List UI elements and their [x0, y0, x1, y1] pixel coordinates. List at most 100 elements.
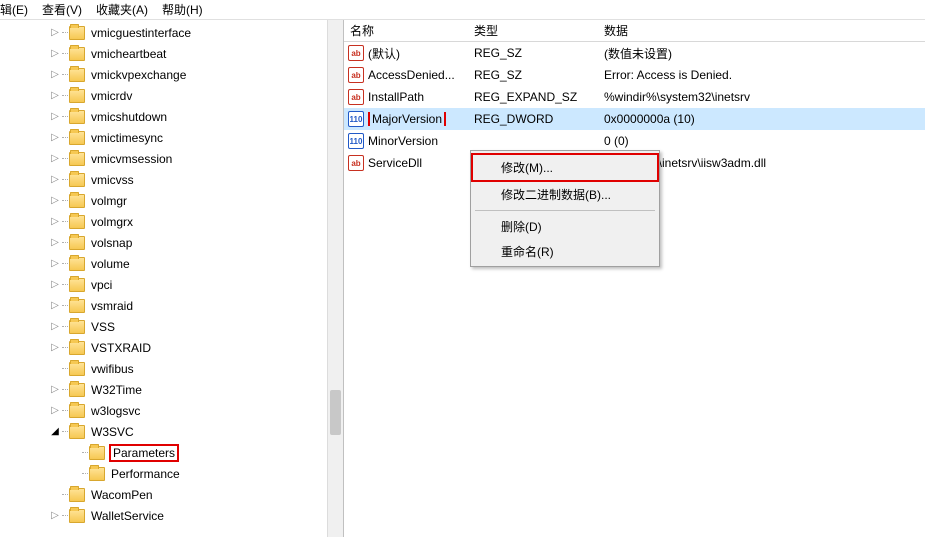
- folder-icon: [69, 152, 85, 166]
- tree-item-w32time[interactable]: ▷ W32Time: [0, 379, 343, 400]
- folder-icon: [69, 425, 85, 439]
- expander-icon[interactable]: ▷: [48, 173, 62, 187]
- list-row[interactable]: 110MinorVersion0 (0): [344, 130, 925, 152]
- tree-item-vmicheartbeat[interactable]: ▷vmicheartbeat: [0, 43, 343, 64]
- menu-help[interactable]: 帮助(H): [162, 1, 203, 18]
- string-value-icon: ab: [348, 89, 364, 105]
- tree-item-vpci[interactable]: ▷vpci: [0, 274, 343, 295]
- folder-icon: [69, 68, 85, 82]
- folder-icon: [69, 278, 85, 292]
- tree-item-volmgr[interactable]: ▷ volmgr: [0, 190, 343, 211]
- tree-item-vmicvss[interactable]: ▷ vmicvss: [0, 169, 343, 190]
- expander-icon[interactable]: ▷: [48, 89, 62, 103]
- cell-data: (数值未设置): [604, 45, 925, 62]
- tree-item-volsnap[interactable]: ▷ volsnap: [0, 232, 343, 253]
- expander-icon[interactable]: ▷: [48, 299, 62, 313]
- menu-edit[interactable]: 辑(E): [0, 1, 28, 18]
- tree-item-w3svc[interactable]: ◢ W3SVC: [0, 421, 343, 442]
- folder-icon: [89, 467, 105, 481]
- expander-icon[interactable]: ▷: [48, 131, 62, 145]
- tree-item-wacompen[interactable]: WacomPen: [0, 484, 343, 505]
- expander-icon[interactable]: ▷: [48, 320, 62, 334]
- cell-name: InstallPath: [368, 90, 474, 104]
- col-header-name[interactable]: 名称: [344, 22, 474, 39]
- tree-item-label: VSS: [89, 319, 117, 335]
- tree-item-label: W3SVC: [89, 424, 136, 440]
- tree-item-vmictimesync[interactable]: ▷vmictimesync: [0, 127, 343, 148]
- menu-item-modify-binary[interactable]: 修改二进制数据(B)...: [473, 182, 657, 207]
- tree-item-label: vmicvss: [89, 172, 136, 188]
- expander-icon[interactable]: ▷: [48, 257, 62, 271]
- cell-type: REG_DWORD: [474, 112, 604, 126]
- folder-icon: [69, 257, 85, 271]
- context-menu: 修改(M)... 修改二进制数据(B)... 删除(D) 重命名(R): [470, 150, 660, 267]
- menu-separator: [475, 210, 655, 211]
- tree-item-volmgrx[interactable]: ▷volmgrx: [0, 211, 343, 232]
- tree-item-w3logsvc[interactable]: ▷ w3logsvc: [0, 400, 343, 421]
- expander-icon[interactable]: ▷: [48, 236, 62, 250]
- folder-icon: [69, 236, 85, 250]
- tree-item-label: vmicrdv: [89, 88, 134, 104]
- tree-item-vmickvpexchange[interactable]: ▷vmickvpexchange: [0, 64, 343, 85]
- tree-item-vmicguestinterface[interactable]: ▷vmicguestinterface: [0, 22, 343, 43]
- expander-icon[interactable]: ◢: [48, 425, 62, 439]
- tree-item-parameters[interactable]: Parameters: [0, 442, 343, 463]
- cell-name: MajorVersion: [368, 112, 474, 126]
- expander-icon[interactable]: ▷: [48, 26, 62, 40]
- col-header-data[interactable]: 数据: [604, 22, 925, 39]
- menu-favorites[interactable]: 收藏夹(A): [96, 1, 148, 18]
- cell-data: 0 (0): [604, 134, 925, 148]
- tree-item-walletservice[interactable]: ▷WalletService: [0, 505, 343, 526]
- menu-item-rename[interactable]: 重命名(R): [473, 239, 657, 264]
- expander-icon[interactable]: ▷: [48, 47, 62, 61]
- folder-icon: [69, 173, 85, 187]
- list-row[interactable]: abInstallPathREG_EXPAND_SZ%windir%\syste…: [344, 86, 925, 108]
- expander-icon[interactable]: ▷: [48, 110, 62, 124]
- menu-view[interactable]: 查看(V): [42, 1, 82, 18]
- tree-item-vstxraid[interactable]: ▷ VSTXRAID: [0, 337, 343, 358]
- tree-item-vsmraid[interactable]: ▷vsmraid: [0, 295, 343, 316]
- list-row[interactable]: ab(默认)REG_SZ(数值未设置): [344, 42, 925, 64]
- tree-scrollbar[interactable]: [327, 20, 343, 537]
- tree-item-vss[interactable]: ▷ VSS: [0, 316, 343, 337]
- folder-icon: [69, 299, 85, 313]
- tree-item-label: vmicshutdown: [89, 109, 169, 125]
- expander-icon[interactable]: ▷: [48, 152, 62, 166]
- expander-icon[interactable]: ▷: [48, 404, 62, 418]
- tree-item-vmicshutdown[interactable]: ▷ vmicshutdown: [0, 106, 343, 127]
- list-row[interactable]: 110MajorVersionREG_DWORD0x0000000a (10): [344, 108, 925, 130]
- folder-icon: [89, 446, 105, 460]
- cell-data: 0x0000000a (10): [604, 112, 925, 126]
- string-value-icon: ab: [348, 155, 364, 171]
- expander-icon[interactable]: ▷: [48, 68, 62, 82]
- folder-icon: [69, 509, 85, 523]
- folder-icon: [69, 47, 85, 61]
- tree-item-label: w3logsvc: [89, 403, 142, 419]
- expander-icon[interactable]: ▷: [48, 215, 62, 229]
- cell-name: (默认): [368, 45, 474, 62]
- menu-item-modify[interactable]: 修改(M)...: [471, 153, 659, 182]
- tree-item-label: W32Time: [89, 382, 144, 398]
- tree-item-vmicrdv[interactable]: ▷ vmicrdv: [0, 85, 343, 106]
- list-row[interactable]: abAccessDenied...REG_SZError: Access is …: [344, 64, 925, 86]
- tree-item-volume[interactable]: ▷volume: [0, 253, 343, 274]
- cell-name: AccessDenied...: [368, 68, 474, 82]
- tree-item-vmicvmsession[interactable]: ▷vmicvmsession: [0, 148, 343, 169]
- expander-icon[interactable]: ▷: [48, 509, 62, 523]
- expander-icon[interactable]: ▷: [48, 278, 62, 292]
- menu-item-delete[interactable]: 删除(D): [473, 214, 657, 239]
- tree-item-performance[interactable]: Performance: [0, 463, 343, 484]
- list-header: 名称 类型 数据: [344, 20, 925, 42]
- expander-icon[interactable]: ▷: [48, 194, 62, 208]
- tree-item-label: VSTXRAID: [89, 340, 153, 356]
- folder-icon: [69, 341, 85, 355]
- cell-type: REG_EXPAND_SZ: [474, 90, 604, 104]
- col-header-type[interactable]: 类型: [474, 22, 604, 39]
- tree-item-vwifibus[interactable]: vwifibus: [0, 358, 343, 379]
- expander-icon[interactable]: ▷: [48, 383, 62, 397]
- expander-icon[interactable]: ▷: [48, 341, 62, 355]
- tree-item-label: volsnap: [89, 235, 134, 251]
- tree-item-label: Performance: [109, 466, 182, 482]
- tree-item-label: volmgr: [89, 193, 129, 209]
- binary-value-icon: 110: [348, 133, 364, 149]
